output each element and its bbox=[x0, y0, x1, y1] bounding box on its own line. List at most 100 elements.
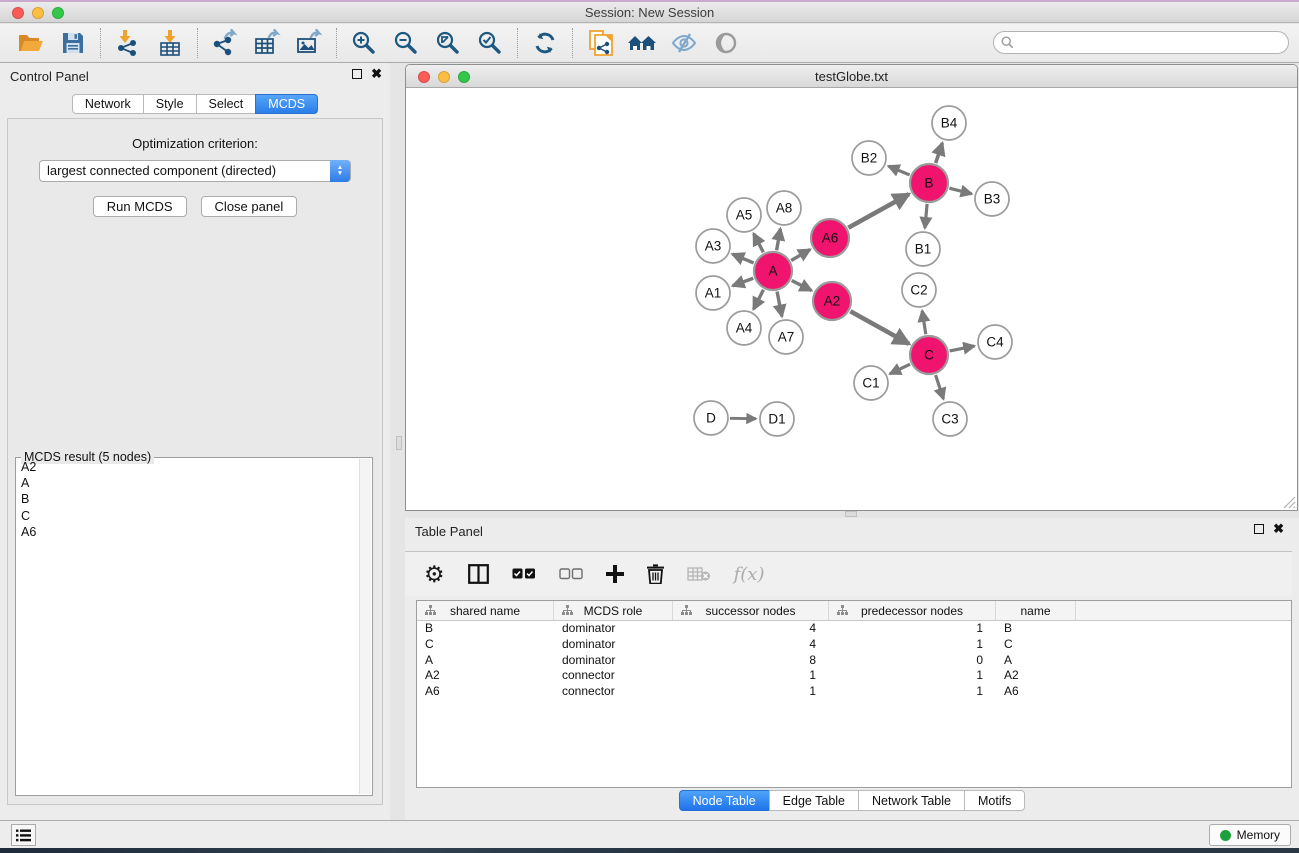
result-item[interactable]: B bbox=[17, 491, 359, 507]
node-A8[interactable]: A8 bbox=[767, 191, 801, 225]
node-A5[interactable]: A5 bbox=[727, 198, 761, 232]
export-image-icon[interactable] bbox=[288, 26, 330, 60]
column-header-MCDS-role[interactable]: MCDS role bbox=[554, 601, 673, 620]
memory-button[interactable]: Memory bbox=[1209, 824, 1291, 846]
search-input[interactable] bbox=[1018, 36, 1288, 50]
edge-C-C4[interactable] bbox=[950, 346, 975, 351]
node-C[interactable]: C bbox=[910, 336, 948, 374]
node-C3[interactable]: C3 bbox=[933, 402, 967, 436]
table-row[interactable]: A6connector11A6 bbox=[417, 684, 1291, 700]
edge-B-B4[interactable] bbox=[936, 143, 943, 163]
table-row[interactable]: Bdominator41B bbox=[417, 621, 1291, 637]
float-panel-icon[interactable] bbox=[352, 69, 362, 79]
node-B[interactable]: B bbox=[910, 164, 948, 202]
tab-node-table[interactable]: Node Table bbox=[679, 790, 770, 811]
tab-style[interactable]: Style bbox=[143, 94, 197, 114]
node-D[interactable]: D bbox=[694, 401, 728, 435]
tab-network[interactable]: Network bbox=[72, 94, 144, 114]
edge-A-A6[interactable] bbox=[791, 250, 810, 261]
zoom-out-icon[interactable] bbox=[385, 26, 427, 60]
edge-A-A8[interactable] bbox=[777, 229, 781, 251]
edge-A-A5[interactable] bbox=[754, 234, 764, 253]
result-item[interactable]: A2 bbox=[17, 459, 359, 475]
zoom-in-icon[interactable] bbox=[343, 26, 385, 60]
table-row[interactable]: A2connector11A2 bbox=[417, 668, 1291, 684]
column-header-name[interactable]: name bbox=[996, 601, 1076, 620]
refresh-icon[interactable] bbox=[524, 26, 566, 60]
zoom-fit-icon[interactable] bbox=[427, 26, 469, 60]
edge-C-C1[interactable] bbox=[890, 364, 910, 374]
close-panel-button[interactable]: Close panel bbox=[201, 196, 298, 217]
tab-network-table[interactable]: Network Table bbox=[858, 790, 965, 811]
node-B4[interactable]: B4 bbox=[932, 106, 966, 140]
column-header-predecessor-nodes[interactable]: predecessor nodes bbox=[829, 601, 996, 620]
node-A2[interactable]: A2 bbox=[813, 282, 851, 320]
edge-C-C2[interactable] bbox=[922, 311, 926, 334]
export-table-icon[interactable] bbox=[246, 26, 288, 60]
network-canvas[interactable]: A5A8A3A1A4A7AA6A2B2B4BB3B1C2C4CC1C3DD1 bbox=[406, 88, 1297, 510]
zoom-selected-icon[interactable] bbox=[469, 26, 511, 60]
add-column-icon[interactable] bbox=[606, 561, 624, 587]
node-A4[interactable]: A4 bbox=[727, 311, 761, 345]
table-settings-icon[interactable]: ⚙ bbox=[424, 561, 445, 587]
result-item[interactable]: A6 bbox=[17, 524, 359, 540]
panel-divider-handle[interactable] bbox=[845, 511, 857, 517]
optimization-select[interactable]: largest connected component (directed) ▲… bbox=[39, 160, 351, 182]
delete-table-icon[interactable] bbox=[687, 561, 711, 587]
node-A[interactable]: A bbox=[754, 252, 792, 290]
show-all-eye-icon[interactable] bbox=[705, 26, 747, 60]
function-builder-icon[interactable]: f(x) bbox=[734, 561, 765, 587]
search-field[interactable] bbox=[993, 31, 1289, 54]
clone-network-icon[interactable] bbox=[579, 26, 621, 60]
node-B2[interactable]: B2 bbox=[852, 141, 886, 175]
select-all-icon[interactable] bbox=[512, 561, 536, 587]
node-A1[interactable]: A1 bbox=[696, 276, 730, 310]
node-A7[interactable]: A7 bbox=[769, 320, 803, 354]
node-D1[interactable]: D1 bbox=[760, 402, 794, 436]
node-B3[interactable]: B3 bbox=[975, 182, 1009, 216]
panel-divider-handle[interactable] bbox=[396, 436, 402, 450]
tab-mcds[interactable]: MCDS bbox=[255, 94, 318, 114]
result-item[interactable]: C bbox=[17, 508, 359, 524]
node-A6[interactable]: A6 bbox=[811, 219, 849, 257]
resize-grip-icon[interactable] bbox=[1283, 496, 1296, 509]
home-icon[interactable] bbox=[621, 26, 663, 60]
node-A3[interactable]: A3 bbox=[696, 229, 730, 263]
edge-C-C3[interactable] bbox=[936, 375, 944, 399]
node-C1[interactable]: C1 bbox=[854, 366, 888, 400]
edge-B-B3[interactable] bbox=[949, 188, 971, 194]
node-C4[interactable]: C4 bbox=[978, 325, 1012, 359]
edge-B-B1[interactable] bbox=[925, 204, 927, 228]
edge-A-A1[interactable] bbox=[733, 278, 754, 286]
edge-A2-C[interactable] bbox=[850, 311, 909, 344]
task-history-button[interactable] bbox=[11, 824, 36, 846]
show-columns-icon[interactable] bbox=[468, 561, 489, 587]
open-session-icon[interactable] bbox=[10, 26, 52, 60]
result-item[interactable]: A bbox=[17, 475, 359, 491]
node-C2[interactable]: C2 bbox=[902, 273, 936, 307]
close-panel-icon[interactable]: ✖ bbox=[371, 69, 382, 79]
edge-A-A4[interactable] bbox=[754, 290, 764, 310]
tab-edge-table[interactable]: Edge Table bbox=[769, 790, 859, 811]
column-header-successor-nodes[interactable]: successor nodes bbox=[673, 601, 829, 620]
tab-select[interactable]: Select bbox=[196, 94, 257, 114]
deselect-all-icon[interactable] bbox=[559, 561, 583, 587]
result-scrollbar[interactable] bbox=[359, 459, 371, 794]
edge-A-A2[interactable] bbox=[792, 281, 812, 291]
edge-A6-B[interactable] bbox=[848, 194, 909, 228]
tab-motifs[interactable]: Motifs bbox=[964, 790, 1025, 811]
export-network-icon[interactable] bbox=[204, 26, 246, 60]
float-panel-icon[interactable] bbox=[1254, 524, 1264, 534]
close-panel-icon[interactable]: ✖ bbox=[1273, 524, 1284, 534]
delete-column-icon[interactable] bbox=[647, 561, 664, 587]
hide-selected-eye-icon[interactable] bbox=[663, 26, 705, 60]
import-network-icon[interactable] bbox=[107, 26, 149, 60]
edge-B-B2[interactable] bbox=[888, 166, 909, 175]
import-table-icon[interactable] bbox=[149, 26, 191, 60]
edge-A-A3[interactable] bbox=[732, 254, 753, 263]
edge-A-A7[interactable] bbox=[777, 292, 782, 317]
column-header-shared-name[interactable]: shared name bbox=[417, 601, 554, 620]
table-row[interactable]: Adominator80A bbox=[417, 653, 1291, 669]
table-row[interactable]: Cdominator41C bbox=[417, 637, 1291, 653]
save-session-icon[interactable] bbox=[52, 26, 94, 60]
